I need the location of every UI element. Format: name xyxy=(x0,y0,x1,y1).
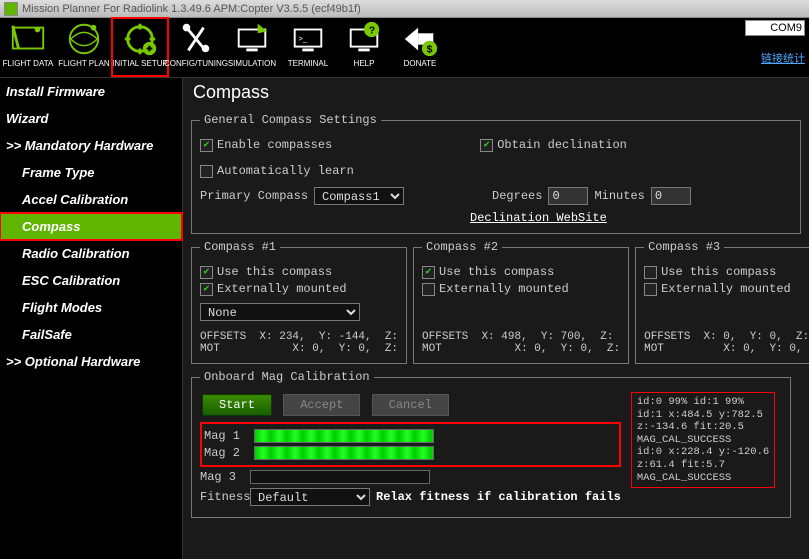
compass2-group: Compass #2 Use this compass Externally m… xyxy=(413,240,629,364)
compass3-group: Compass #3 Use this compass Externally m… xyxy=(635,240,809,364)
checkbox-icon xyxy=(200,139,213,152)
svg-text:?: ? xyxy=(369,25,375,36)
mag3-progress xyxy=(250,470,430,484)
checkbox-icon xyxy=(422,266,435,279)
sidebar-item-radio-calibration[interactable]: Radio Calibration xyxy=(0,240,182,267)
svg-text:>_: >_ xyxy=(299,34,308,43)
mag2-progress xyxy=(254,446,434,460)
toolbar-help[interactable]: ? HELP xyxy=(336,18,392,76)
degrees-input[interactable] xyxy=(548,187,588,205)
auto-learn-checkbox[interactable]: Automatically learn xyxy=(200,164,354,178)
obtain-declination-checkbox[interactable]: Obtain declination xyxy=(480,138,627,152)
checkbox-icon xyxy=(422,283,435,296)
window-title: Mission Planner For Radiolink 1.3.49.6 A… xyxy=(22,3,361,15)
general-compass-settings: General Compass Settings Enable compasse… xyxy=(191,113,801,234)
checkbox-icon xyxy=(644,283,657,296)
primary-compass-select[interactable]: Compass1 xyxy=(314,187,404,205)
calib-cancel-button[interactable]: Cancel xyxy=(372,394,449,416)
sidebar-item-accel-calibration[interactable]: Accel Calibration xyxy=(0,186,182,213)
mag1-progress xyxy=(254,429,434,443)
compass1-offsets: OFFSETS X: 234, Y: -144, Z: MOT X: 0, Y:… xyxy=(200,331,398,355)
declination-website-link[interactable]: Declination WebSite xyxy=(470,211,607,225)
checkbox-icon xyxy=(200,266,213,279)
compass3-offsets: OFFSETS X: 0, Y: 0, Z: 0 MOT X: 0, Y: 0,… xyxy=(644,331,809,355)
minutes-input[interactable] xyxy=(651,187,691,205)
calib-start-button[interactable]: Start xyxy=(202,394,272,416)
link-stats[interactable]: 链接统计 xyxy=(745,50,805,66)
compass2-use-checkbox[interactable]: Use this compass xyxy=(422,265,620,279)
onboard-mag-calibration: Onboard Mag Calibration Start Accept Can… xyxy=(191,370,791,518)
checkbox-icon xyxy=(200,283,213,296)
sidebar: Install Firmware Wizard >> Mandatory Har… xyxy=(0,78,183,559)
checkbox-icon xyxy=(200,165,213,178)
window-titlebar: Mission Planner For Radiolink 1.3.49.6 A… xyxy=(0,0,809,18)
content-pane: Compass General Compass Settings Enable … xyxy=(183,78,809,559)
relax-fitness-label: Relax fitness if calibration fails xyxy=(376,490,621,504)
sidebar-item-install-firmware[interactable]: Install Firmware xyxy=(0,78,182,105)
toolbar-simulation[interactable]: SIMULATION xyxy=(224,18,280,76)
port-select[interactable]: COM9 xyxy=(745,20,805,36)
checkbox-icon xyxy=(480,139,493,152)
compass1-orientation-select[interactable]: None xyxy=(200,303,360,321)
fitness-select[interactable]: Default xyxy=(250,488,370,506)
sidebar-item-frame-type[interactable]: Frame Type xyxy=(0,159,182,186)
toolbar-config-tuning[interactable]: CONFIG/TUNING xyxy=(168,18,224,76)
toolbar-donate[interactable]: $ DONATE xyxy=(392,18,448,76)
toolbar-flight-data[interactable]: FLIGHT DATA xyxy=(0,18,56,76)
sidebar-item-compass[interactable]: Compass xyxy=(0,213,182,240)
sidebar-item-optional-hardware[interactable]: >> Optional Hardware xyxy=(0,348,182,375)
sidebar-item-wizard[interactable]: Wizard xyxy=(0,105,182,132)
enable-compasses-checkbox[interactable]: Enable compasses xyxy=(200,138,332,152)
svg-text:$: $ xyxy=(427,44,433,55)
compass3-use-checkbox[interactable]: Use this compass xyxy=(644,265,809,279)
compass2-external-checkbox[interactable]: Externally mounted xyxy=(422,282,620,296)
calib-accept-button[interactable]: Accept xyxy=(283,394,360,416)
compass1-use-checkbox[interactable]: Use this compass xyxy=(200,265,398,279)
compass1-external-checkbox[interactable]: Externally mounted xyxy=(200,282,398,296)
compass3-external-checkbox[interactable]: Externally mounted xyxy=(644,282,809,296)
calibration-output: id:0 99% id:1 99% id:1 x:484.5 y:782.5 z… xyxy=(631,392,775,488)
toolbar-terminal[interactable]: >_ TERMINAL xyxy=(280,18,336,76)
compass1-group: Compass #1 Use this compass Externally m… xyxy=(191,240,407,364)
compass2-offsets: OFFSETS X: 498, Y: 700, Z: MOT X: 0, Y: … xyxy=(422,331,620,355)
sidebar-item-failsafe[interactable]: FailSafe xyxy=(0,321,182,348)
sidebar-item-esc-calibration[interactable]: ESC Calibration xyxy=(0,267,182,294)
toolbar-flight-plan[interactable]: FLIGHT PLAN xyxy=(56,18,112,76)
main-toolbar: FLIGHT DATA FLIGHT PLAN INITIAL SETUP CO… xyxy=(0,18,809,78)
sidebar-item-flight-modes[interactable]: Flight Modes xyxy=(0,294,182,321)
sidebar-item-mandatory-hardware[interactable]: >> Mandatory Hardware xyxy=(0,132,182,159)
toolbar-initial-setup[interactable]: INITIAL SETUP xyxy=(112,18,168,76)
checkbox-icon xyxy=(644,266,657,279)
page-title: Compass xyxy=(183,78,809,107)
